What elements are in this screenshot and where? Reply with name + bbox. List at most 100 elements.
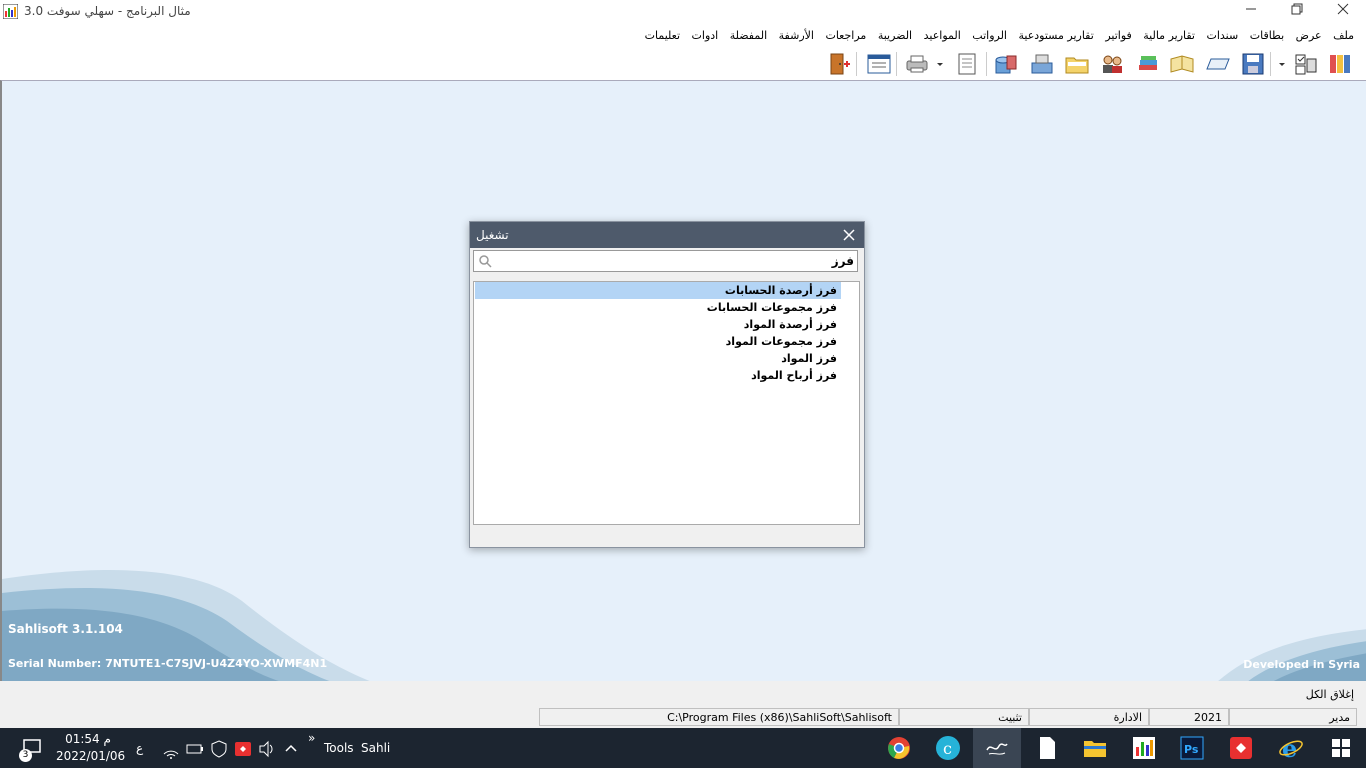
program-folders-icon[interactable]	[1327, 51, 1353, 77]
status-role: الادارة	[1029, 708, 1149, 726]
wifi-icon[interactable]	[160, 734, 182, 762]
close-icon	[1337, 3, 1349, 15]
clock[interactable]: 01:54 م 2022/01/06	[56, 731, 126, 765]
menu-financial-reports[interactable]: تقارير مالية	[1139, 26, 1199, 44]
menu-help[interactable]: تعليمات	[641, 26, 684, 44]
battery-icon[interactable]	[184, 734, 206, 762]
window-title: مثال البرنامج - سهلي سوفت 3.0	[24, 4, 191, 18]
close-window-button[interactable]	[1320, 0, 1366, 24]
close-icon	[843, 229, 855, 241]
folder-icon[interactable]	[1064, 51, 1090, 77]
dialog-title-bar: تشغيل	[470, 222, 864, 248]
internet-explorer-icon[interactable]: e	[1277, 734, 1305, 762]
printer-icon[interactable]	[904, 51, 930, 77]
minimize-button[interactable]	[1228, 0, 1274, 24]
close-all-button[interactable]: إغلاق الكل	[1306, 688, 1354, 701]
status-bar: مدير 2021 الادارة تثبيت C:\Program Files…	[0, 707, 1366, 742]
dialog-title: تشغيل	[476, 228, 509, 242]
results-list[interactable]: فرز أرصدة الحسابات فرز مجموعات الحسابات …	[473, 281, 860, 525]
menu-reviews[interactable]: مراجعات	[821, 26, 870, 44]
toolbar-separator	[986, 52, 987, 76]
version-label: Sahlisoft 3.1.104	[8, 622, 123, 636]
taskbar-sahlisoft-app-active[interactable]	[973, 728, 1021, 768]
document-report-icon[interactable]	[954, 51, 980, 77]
notification-count-badge: 3	[19, 749, 32, 762]
clock-date: 2022/01/06	[56, 749, 126, 763]
chevron-down-icon[interactable]	[1276, 51, 1288, 77]
menu-view[interactable]: عرض	[1292, 26, 1326, 44]
menu-tax[interactable]: الضريبة	[874, 26, 916, 44]
chrome-icon[interactable]	[885, 734, 913, 762]
svg-text:e: e	[1282, 734, 1297, 762]
dialog-close-button[interactable]	[842, 223, 856, 247]
menu-file[interactable]: ملف	[1329, 26, 1358, 44]
sahlisoft-calligraphy-icon	[986, 743, 1008, 755]
chevron-down-icon[interactable]	[934, 51, 946, 77]
calendar-window-icon[interactable]	[866, 51, 892, 77]
title-bar: مثال البرنامج - سهلي سوفت 3.0	[0, 0, 1366, 24]
restore-button[interactable]	[1274, 0, 1320, 24]
taskbar-tools-toolbar[interactable]: Tools	[324, 741, 354, 755]
restore-icon	[1291, 3, 1303, 15]
menu-vouchers[interactable]: سندات	[1203, 26, 1243, 44]
anydesk-icon[interactable]	[1227, 734, 1255, 762]
anydesk-tray-icon[interactable]	[232, 734, 254, 762]
list-item[interactable]: فرز أرصدة الحسابات	[475, 282, 841, 299]
menu-salaries[interactable]: الرواتب	[968, 26, 1011, 44]
security-shield-icon[interactable]	[208, 734, 230, 762]
run-dialog: تشغيل فرز أرصدة الحسابات فرز مجموعات الح…	[469, 221, 865, 548]
list-item[interactable]: فرز أرباح المواد	[475, 367, 841, 384]
books-icon[interactable]	[1135, 51, 1161, 77]
accounting-app-icon[interactable]	[1130, 734, 1158, 762]
search-input[interactable]	[494, 252, 858, 270]
svg-text:c: c	[943, 739, 952, 758]
list-item[interactable]: فرز أرصدة المواد	[475, 316, 841, 333]
list-item[interactable]: فرز مجموعات المواد	[475, 333, 841, 350]
status-year: 2021	[1149, 708, 1229, 726]
search-icon	[479, 255, 492, 268]
status-file-path: C:\Program Files (x86)\SahliSoft\Sahliso…	[539, 708, 899, 742]
toolbar-expand-icon[interactable]: »	[308, 731, 315, 745]
taskbar: 3 01:54 م 2022/01/06 ع » Tools Sahli c P…	[0, 728, 1366, 768]
toolbar	[0, 48, 1366, 80]
menu-archive[interactable]: الأرشفة	[775, 26, 818, 44]
serial-number-label: Serial Number: 7NTUTE1-C7SJVJ-U4Z4YO-XWM…	[8, 657, 328, 670]
keyboard-language-indicator[interactable]: ع	[136, 741, 143, 755]
menu-cards[interactable]: بطاقات	[1246, 26, 1288, 44]
save-disk-icon[interactable]	[1240, 51, 1266, 77]
menu-invoices[interactable]: فواتير	[1101, 26, 1135, 44]
menu-appointments[interactable]: المواعيد	[920, 26, 965, 44]
windows-start-icon[interactable]	[1327, 734, 1355, 762]
file-explorer-icon[interactable]	[1081, 734, 1109, 762]
toolbar-separator	[1270, 52, 1271, 76]
list-item[interactable]: فرز المواد	[475, 350, 841, 367]
developed-in-label: Developed in Syria	[1243, 658, 1360, 671]
menu-favorites[interactable]: المفضلة	[726, 26, 771, 44]
dialog-search-box	[473, 250, 858, 272]
status-user: مدير	[1229, 708, 1357, 726]
eraser-icon[interactable]	[1205, 51, 1231, 77]
file-icon[interactable]	[1033, 734, 1061, 762]
app-icon	[3, 4, 18, 19]
clock-time: 01:54 م	[65, 732, 111, 746]
users-icon[interactable]	[1099, 51, 1125, 77]
taskbar-sahli-toolbar[interactable]: Sahli	[361, 741, 390, 755]
list-item[interactable]: فرز مجموعات الحسابات	[475, 299, 841, 316]
volume-icon[interactable]	[256, 734, 278, 762]
close-all-bar: إغلاق الكل	[0, 681, 1366, 707]
exit-door-icon[interactable]	[826, 51, 852, 77]
photoshop-icon[interactable]: Ps	[1178, 734, 1206, 762]
svg-text:Ps: Ps	[1184, 743, 1199, 756]
menu-tools[interactable]: ادوات	[688, 26, 723, 44]
menu-warehouse-reports[interactable]: تقارير مستودعية	[1015, 26, 1098, 44]
canva-icon[interactable]: c	[934, 734, 962, 762]
chevron-up-icon[interactable]	[282, 734, 300, 762]
status-mode: تثبيت	[899, 708, 1029, 726]
menu-bar: ملف عرض بطاقات سندات تقارير مالية فواتير…	[0, 26, 1366, 46]
toolbar-separator	[856, 52, 857, 76]
toolbar-separator	[896, 52, 897, 76]
open-book-icon[interactable]	[1169, 51, 1195, 77]
cash-register-icon[interactable]	[1029, 51, 1055, 77]
checklist-icon[interactable]	[1293, 51, 1319, 77]
database-icon[interactable]	[993, 51, 1019, 77]
